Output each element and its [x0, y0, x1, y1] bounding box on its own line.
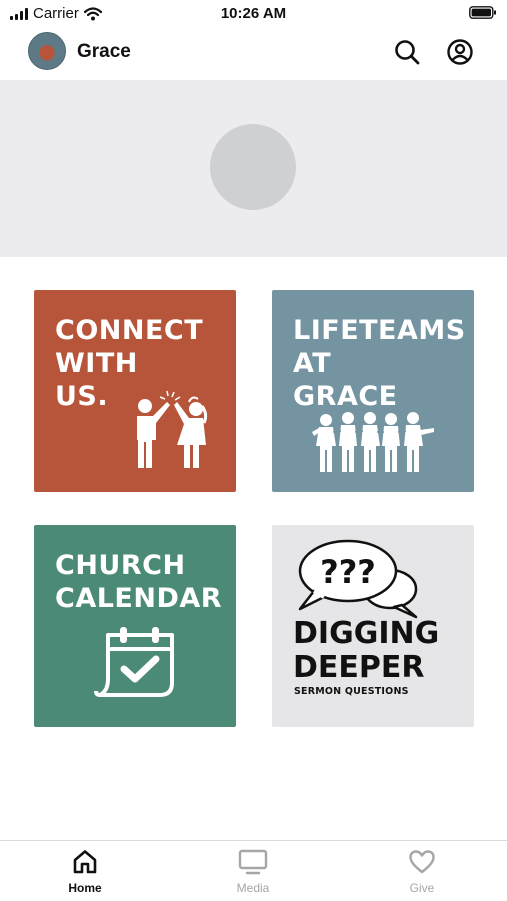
- monitor-icon: [238, 849, 268, 875]
- sermon-questions-subtitle: SERMON QUESTIONS: [294, 686, 409, 697]
- status-bar: Carrier 10:26 AM: [0, 0, 507, 28]
- tab-give-label: Give: [409, 881, 435, 895]
- connect-with-us-tile[interactable]: CONNECT WITH US.: [34, 290, 236, 492]
- lifeteams-tile-title: LIFETEAMS AT GRACE: [293, 315, 466, 412]
- tab-give[interactable]: Give: [372, 849, 472, 895]
- calendar-tile-title: CHURCH CALENDAR: [55, 550, 223, 614]
- battery-icon: [469, 6, 496, 19]
- search-icon[interactable]: [393, 38, 421, 66]
- digging-deeper-tile[interactable]: ??? DIGGING DEEPER SERMON QUESTIONS: [272, 525, 474, 727]
- hero-image-placeholder: [210, 124, 296, 210]
- tab-media-label: Media: [236, 881, 270, 895]
- high-five-icon: [137, 390, 208, 468]
- tab-home[interactable]: Home: [35, 849, 135, 895]
- profile-icon[interactable]: [446, 38, 474, 66]
- group-icon: [312, 412, 434, 472]
- status-time: 10:26 AM: [220, 5, 287, 22]
- speech-bubble-text: ???: [320, 553, 376, 591]
- home-icon: [73, 850, 97, 874]
- calendar-check-icon: [94, 627, 174, 697]
- lifeteams-tile[interactable]: LIFETEAMS AT GRACE: [272, 290, 474, 492]
- tab-media[interactable]: Media: [203, 849, 303, 895]
- speech-bubbles-icon: ???: [298, 539, 418, 619]
- app-header: Grace: [0, 30, 507, 76]
- status-right: [469, 6, 497, 24]
- bottom-tab-bar: Home Media Give: [0, 840, 507, 901]
- hero-banner[interactable]: [0, 80, 507, 257]
- church-logo-avatar[interactable]: [28, 32, 66, 70]
- digging-deeper-title: DIGGING DEEPER: [293, 616, 440, 685]
- app-title: Grace: [77, 41, 131, 62]
- heart-icon: [409, 850, 435, 874]
- tab-home-label: Home: [68, 881, 102, 895]
- church-calendar-tile[interactable]: CHURCH CALENDAR: [34, 525, 236, 727]
